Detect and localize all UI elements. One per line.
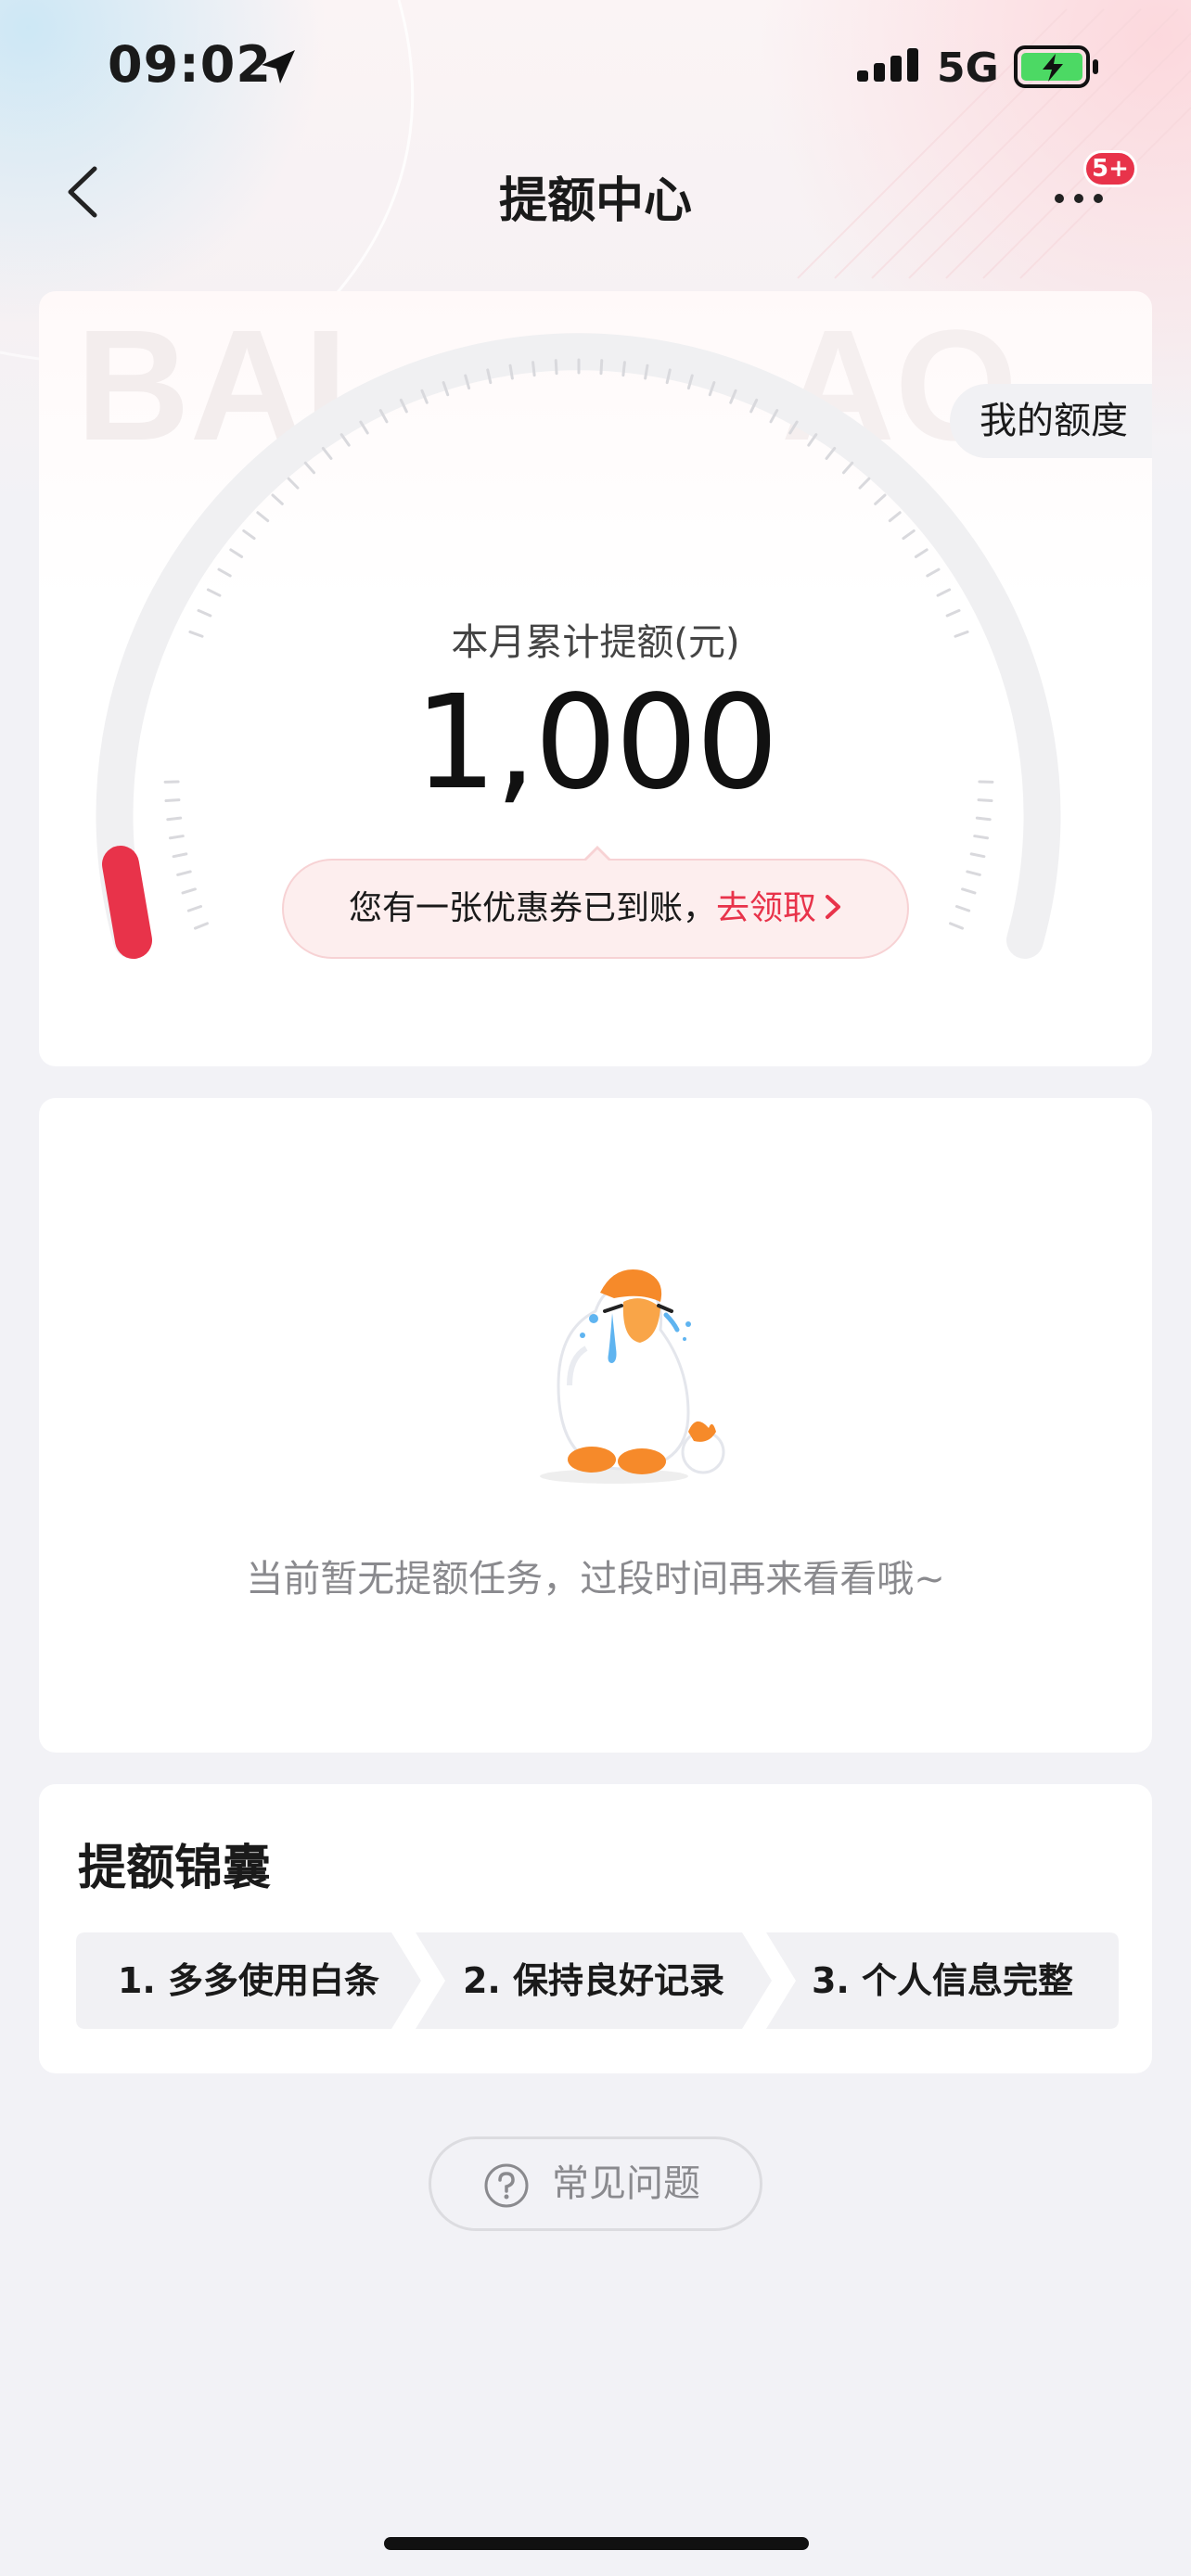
gauge-tick — [287, 477, 300, 490]
monthly-increase-value: 1,000 — [414, 668, 779, 819]
gauge-tick — [206, 588, 222, 597]
gauge-tick — [961, 887, 977, 895]
gauge-tick — [229, 548, 244, 558]
gauge-tick — [926, 567, 941, 578]
home-indicator — [384, 2537, 809, 2550]
page-title: 提额中心 — [498, 173, 692, 229]
location-arrow-icon — [262, 50, 295, 83]
gauge-tick — [256, 511, 270, 523]
gauge-tick — [621, 361, 626, 377]
my-limit-button[interactable]: 我的额度 — [950, 384, 1152, 458]
gauge-tick — [902, 529, 916, 541]
gauge-tick — [181, 887, 197, 895]
status-time: 09:02 — [108, 35, 272, 94]
gauge-tick — [949, 922, 965, 930]
empty-state-text: 当前暂无提额任务，过段时间再来看看哦~ — [246, 1558, 945, 1600]
gauge-tick — [914, 548, 928, 558]
gauge-tick — [599, 359, 604, 376]
gauge-tick — [966, 870, 981, 876]
status-bar: 09:02 5G — [0, 0, 1191, 139]
gauge-tick — [172, 852, 188, 859]
network-label: 5G — [937, 45, 999, 92]
gauge-tick — [954, 904, 971, 912]
gauge-tick — [936, 588, 952, 597]
tip-step-2: 2. 保持良好记录 — [416, 1932, 772, 2029]
tips-card: 提额锦囊 1. 多多使用白条 2. 保持良好记录 3. 个人信息完整 — [39, 1784, 1152, 2073]
gauge-tick — [554, 359, 558, 376]
gauge-progress — [102, 846, 152, 959]
faq-label: 常见问题 — [552, 2162, 700, 2205]
gauge-tick — [176, 870, 192, 876]
gauge-tick — [168, 835, 185, 840]
gauge-tick — [193, 922, 209, 930]
gauge-tick — [217, 567, 232, 578]
tip-step-1: 1. 多多使用白条 — [76, 1932, 421, 2029]
crying-goose-illustration — [540, 1269, 725, 1484]
battery-charging-icon — [1014, 45, 1098, 88]
gauge-tick — [969, 852, 986, 859]
tip-step-label: 1. 多多使用白条 — [117, 1960, 380, 2001]
coupon-pointer-fill — [584, 849, 610, 862]
signal-icon — [857, 48, 918, 82]
tip-step-label: 3. 个人信息完整 — [811, 1960, 1074, 2001]
gauge-tick — [186, 904, 203, 912]
coupon-banner[interactable]: 您有一张优惠券已到账，去领取 — [282, 846, 909, 959]
coupon-claim-link[interactable]: 去领取 — [716, 889, 816, 927]
notification-badge: 5+ — [1083, 150, 1137, 187]
coupon-text: 您有一张优惠券已到账， — [348, 889, 716, 927]
limit-card: BAI AO 我的额度 本月累计提额(元) 1,000 您有一张优惠券已到账，去… — [39, 291, 1152, 1066]
empty-task-card: 当前暂无提额任务，过段时间再来看看哦~ — [39, 1098, 1152, 1753]
gauge-tick — [858, 477, 871, 490]
chevron-right-icon — [826, 895, 841, 919]
gauge-tick — [888, 511, 902, 523]
tip-step-3: 3. 个人信息完整 — [766, 1932, 1119, 2029]
gauge-tick — [874, 493, 887, 505]
gauge-tick — [271, 493, 284, 505]
tip-step-label: 2. 保持良好记录 — [462, 1960, 725, 2001]
gauge-tick — [531, 361, 536, 377]
tips-steps: 1. 多多使用白条 2. 保持良好记录 3. 个人信息完整 — [76, 1932, 1119, 2029]
faq-button[interactable]: 常见问题 — [429, 2136, 762, 2231]
nav-bar: 提额中心 5+ — [0, 139, 1191, 250]
question-circle-icon — [484, 2163, 529, 2208]
monthly-increase-label: 本月累计提额(元) — [451, 621, 740, 664]
tips-title: 提额锦囊 — [78, 1841, 272, 1896]
gauge-tick — [973, 835, 990, 840]
gauge-tick — [242, 529, 256, 541]
